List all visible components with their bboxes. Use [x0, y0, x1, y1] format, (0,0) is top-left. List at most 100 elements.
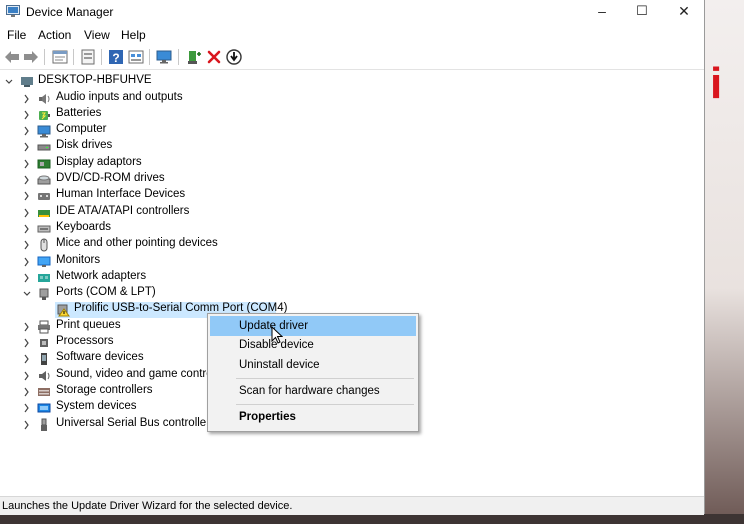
system-device-icon	[37, 403, 51, 413]
menu-action[interactable]: Action	[38, 28, 71, 42]
background-logo-fragment: i	[710, 59, 723, 108]
tree-item[interactable]: Processors	[56, 335, 114, 347]
toolbar-separator	[44, 49, 45, 65]
chevron-down-icon[interactable]	[4, 74, 14, 90]
device-manager-app-icon	[6, 5, 20, 17]
tree-item[interactable]: Mice and other pointing devices	[56, 237, 218, 249]
toolbar-separator	[73, 49, 74, 65]
context-menu-disable-device[interactable]: Disable device	[210, 335, 416, 355]
show-hidden-icon[interactable]	[79, 48, 97, 66]
background-desktop: i	[704, 0, 744, 524]
uninstall-x-icon[interactable]	[205, 48, 223, 66]
tree-root[interactable]: DESKTOP-HBFUHVE	[38, 74, 152, 86]
context-menu-label: Uninstall device	[239, 359, 320, 371]
chevron-right-icon[interactable]	[22, 384, 32, 400]
monitor-scan-icon[interactable]	[155, 48, 173, 66]
chevron-right-icon[interactable]	[22, 237, 32, 253]
menu-bar: File Action View Help	[0, 24, 704, 44]
help-icon[interactable]: ?	[107, 48, 125, 66]
chevron-right-icon[interactable]	[22, 221, 32, 237]
context-menu-properties[interactable]: Properties	[210, 407, 416, 427]
chevron-right-icon[interactable]	[22, 254, 32, 270]
title-bar[interactable]: Device Manager – ☐ ✕	[0, 0, 704, 24]
context-menu-label: Properties	[239, 411, 296, 423]
toolbar: ?	[0, 45, 704, 70]
tree-item[interactable]: Universal Serial Bus controllers	[56, 417, 216, 429]
maximize-button[interactable]: ☐	[620, 0, 664, 24]
minimize-button[interactable]: –	[580, 0, 624, 24]
network-adapter-icon	[38, 273, 50, 282]
context-menu-uninstall-device[interactable]: Uninstall device	[210, 355, 416, 375]
window-title: Device Manager	[26, 5, 114, 19]
chevron-right-icon[interactable]	[22, 335, 32, 351]
tree-item[interactable]: Human Interface Devices	[56, 188, 185, 200]
processor-icon	[40, 339, 48, 347]
status-bar: Launches the Update Driver Wizard for th…	[0, 496, 704, 515]
chevron-down-icon[interactable]	[22, 286, 32, 302]
usb-icon	[41, 418, 47, 431]
tree-item[interactable]: IDE ATA/ATAPI controllers	[56, 205, 189, 217]
context-menu-separator	[236, 404, 414, 405]
context-menu: Update driver Disable device Uninstall d…	[207, 313, 419, 432]
chevron-right-icon[interactable]	[22, 123, 32, 139]
battery-icon	[39, 110, 50, 120]
disk-drive-icon	[37, 144, 51, 151]
tree-item[interactable]: Monitors	[56, 254, 100, 266]
context-menu-scan-hardware[interactable]: Scan for hardware changes	[210, 381, 416, 401]
tree-item[interactable]: Print queues	[56, 319, 121, 331]
chevron-right-icon[interactable]	[22, 417, 32, 433]
status-text: Launches the Update Driver Wizard for th…	[2, 500, 293, 512]
chevron-right-icon[interactable]	[22, 188, 32, 204]
download-driver-icon[interactable]	[225, 48, 243, 66]
device-manager-window: Device Manager – ☐ ✕ File Action View He…	[0, 0, 705, 515]
menu-file[interactable]: File	[7, 28, 26, 42]
chevron-right-icon[interactable]	[22, 270, 32, 286]
tree-item[interactable]: System devices	[56, 400, 137, 412]
svg-text:?: ?	[112, 51, 119, 65]
tree-item[interactable]: Network adapters	[56, 270, 146, 282]
add-driver-icon[interactable]	[185, 48, 203, 66]
dvd-drive-icon	[37, 175, 51, 185]
context-menu-label: Scan for hardware changes	[239, 385, 380, 397]
resources-view-icon[interactable]	[127, 48, 145, 66]
tree-item[interactable]: Computer	[56, 123, 107, 135]
chevron-right-icon[interactable]	[22, 139, 32, 155]
chevron-right-icon[interactable]	[22, 156, 32, 172]
chevron-right-icon[interactable]	[22, 319, 32, 335]
computer-icon	[37, 125, 51, 138]
software-device-icon	[41, 353, 47, 366]
warning-port-icon	[57, 304, 70, 317]
back-arrow-icon[interactable]	[3, 48, 21, 66]
tree-item[interactable]: DVD/CD-ROM drives	[56, 172, 165, 184]
tree-item[interactable]: Audio inputs and outputs	[56, 91, 183, 103]
chevron-right-icon[interactable]	[22, 368, 32, 384]
chevron-right-icon[interactable]	[22, 172, 32, 188]
storage-icon	[38, 387, 50, 396]
properties-sheet-icon[interactable]	[51, 48, 69, 66]
close-button[interactable]: ✕	[662, 0, 706, 24]
toolbar-separator	[101, 49, 102, 65]
chevron-right-icon[interactable]	[22, 400, 32, 416]
tree-item[interactable]: Software devices	[56, 351, 144, 363]
toolbar-separator	[149, 49, 150, 65]
tree-item[interactable]: Storage controllers	[56, 384, 153, 396]
tree-item[interactable]: Disk drives	[56, 139, 112, 151]
speaker-icon	[39, 93, 50, 104]
context-menu-update-driver[interactable]: Update driver	[210, 316, 416, 336]
menu-help[interactable]: Help	[121, 28, 146, 42]
keyboard-icon	[37, 225, 51, 233]
chevron-right-icon[interactable]	[22, 107, 32, 123]
chevron-right-icon[interactable]	[22, 91, 32, 107]
display-adapter-icon	[37, 159, 51, 169]
chevron-right-icon[interactable]	[22, 205, 32, 221]
tree-item[interactable]: Keyboards	[56, 221, 111, 233]
background-bottom	[0, 514, 744, 524]
forward-arrow-icon[interactable]	[22, 48, 40, 66]
tree-item[interactable]: Batteries	[56, 107, 101, 119]
tree-item[interactable]: Ports (COM & LPT)	[56, 286, 156, 298]
mouse-icon	[40, 238, 48, 252]
sound-icon	[39, 370, 50, 381]
tree-item[interactable]: Display adaptors	[56, 156, 142, 168]
chevron-right-icon[interactable]	[22, 351, 32, 367]
menu-view[interactable]: View	[84, 28, 110, 42]
